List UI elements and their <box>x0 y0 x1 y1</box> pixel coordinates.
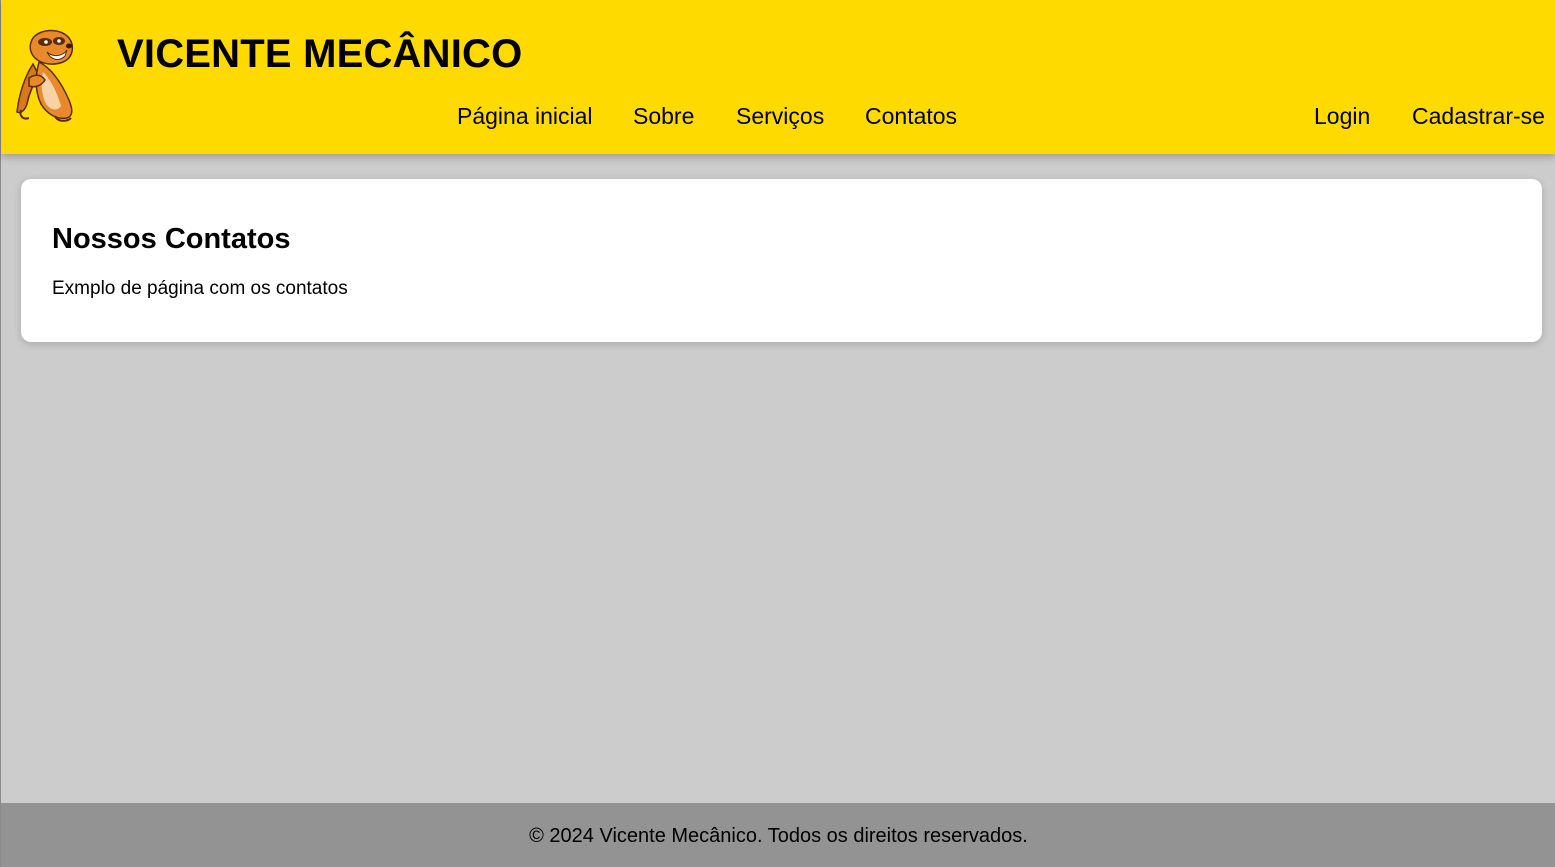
nav-link-home[interactable]: Página inicial <box>457 101 593 131</box>
site-footer: © 2024 Vicente Mecânico. Todos os direit… <box>1 803 1555 867</box>
meerkat-mascot-icon <box>16 29 74 122</box>
nav-link-contacts[interactable]: Contatos <box>865 101 957 131</box>
copyright-text: © 2024 Vicente Mecânico. Todos os direit… <box>529 825 1028 847</box>
nav-link-about[interactable]: Sobre <box>633 101 694 131</box>
site-title: VICENTE MECÂNICO <box>117 32 523 76</box>
contacts-card: Nossos Contatos Exmplo de página com os … <box>21 179 1542 342</box>
nav-link-services[interactable]: Serviços <box>736 101 824 131</box>
signup-link[interactable]: Cadastrar-se <box>1412 101 1545 131</box>
login-link[interactable]: Login <box>1314 101 1370 131</box>
page-description: Exmplo de página com os contatos <box>52 278 348 299</box>
page-heading: Nossos Contatos <box>52 223 291 255</box>
site-header: VICENTE MECÂNICO Página inicial Sobre Se… <box>1 0 1555 154</box>
